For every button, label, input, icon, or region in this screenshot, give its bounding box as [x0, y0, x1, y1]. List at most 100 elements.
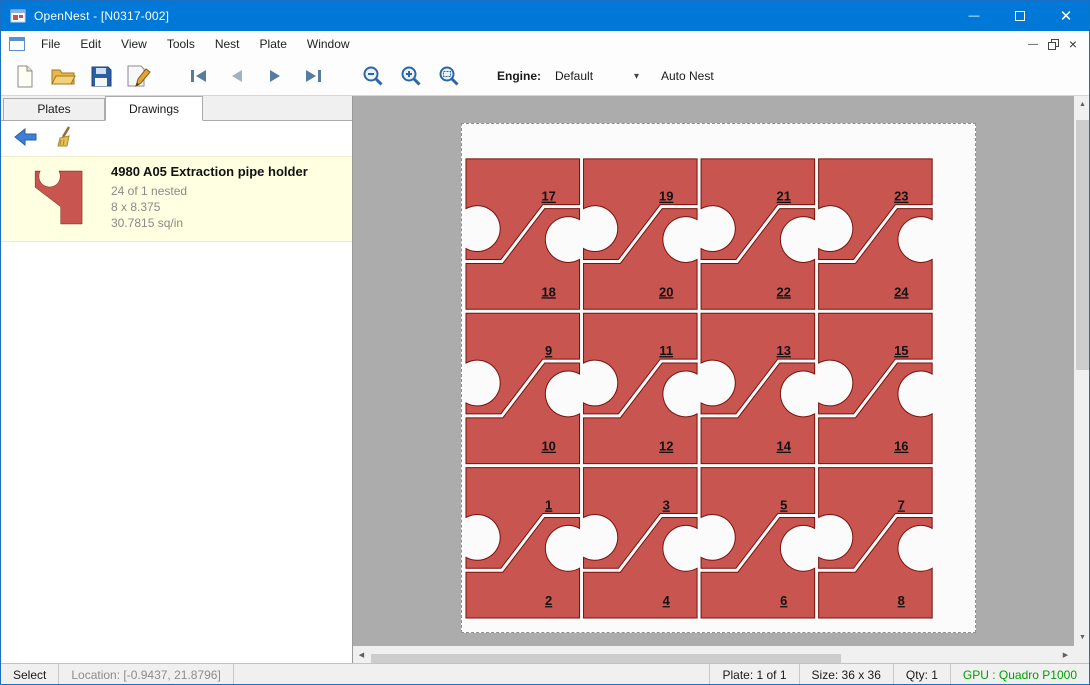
tab-drawings-label: Drawings — [129, 102, 179, 116]
maximize-button[interactable] — [997, 1, 1043, 31]
child-minimize-button[interactable]: — — [1023, 33, 1043, 55]
menu-file[interactable]: File — [31, 31, 70, 57]
scroll-down-icon[interactable]: ▼ — [1074, 629, 1090, 646]
nest-pair[interactable]: 13 14 — [701, 313, 815, 463]
zoom-fit-icon — [438, 65, 460, 87]
part-number: 3 — [663, 497, 670, 512]
nest-pair[interactable]: 1718 — [466, 159, 580, 309]
new-document-icon — [15, 65, 35, 88]
main-toolbar: Engine: Default ▾ Auto Nest — [1, 57, 1089, 96]
part-number: 19 — [659, 189, 673, 204]
scrollbar-corner — [1074, 646, 1090, 663]
window-title: OpenNest - [N0317-002] — [34, 9, 169, 23]
status-bar: Select Location: [-0.9437, 21.8796] Plat… — [1, 663, 1089, 685]
scroll-up-icon[interactable]: ▲ — [1074, 96, 1090, 113]
nest-canvas[interactable]: 171819202122232491011121314151612345678 — [353, 96, 1074, 646]
vertical-scroll-thumb[interactable] — [1076, 120, 1089, 370]
clean-button[interactable] — [49, 123, 83, 151]
drawing-area: 30.7815 sq/in — [111, 215, 308, 231]
zoom-out-button[interactable] — [357, 60, 389, 92]
next-plate-button[interactable] — [259, 60, 291, 92]
save-button[interactable] — [85, 60, 117, 92]
part-number: 13 — [777, 343, 791, 358]
nest-pair[interactable]: 12 — [466, 468, 580, 618]
nest-pair[interactable]: 2122 — [701, 159, 815, 309]
child-restore-button[interactable] — [1043, 33, 1063, 55]
close-button[interactable]: ✕ — [1043, 1, 1089, 31]
nest-svg: 171819202122232491011121314151612345678 — [462, 124, 975, 632]
menu-plate[interactable]: Plate — [250, 31, 297, 57]
scroll-right-icon[interactable]: ▶ — [1057, 646, 1074, 663]
zoom-in-icon — [400, 65, 422, 87]
horizontal-scrollbar[interactable]: ◀ ▶ — [353, 646, 1074, 663]
restore-icon — [1048, 39, 1059, 50]
part-number: 9 — [545, 343, 552, 358]
status-gpu: GPU : Quadro P1000 — [950, 664, 1089, 685]
status-plate: Plate: 1 of 1 — [709, 664, 798, 685]
drawing-nested-count: 24 of 1 nested — [111, 183, 308, 199]
nest-pair[interactable]: 78 — [819, 468, 933, 618]
part-number: 17 — [541, 189, 555, 204]
part-number: 16 — [894, 439, 908, 454]
part-number: 15 — [894, 343, 908, 358]
arrow-left-icon — [14, 128, 38, 146]
engine-select[interactable]: Default ▾ — [549, 64, 645, 88]
plate[interactable]: 171819202122232491011121314151612345678 — [461, 123, 976, 633]
scroll-left-icon[interactable]: ◀ — [353, 646, 370, 663]
last-plate-button[interactable] — [297, 60, 329, 92]
nest-pair[interactable]: 9 10 — [466, 313, 580, 463]
zoom-fit-button[interactable] — [433, 60, 465, 92]
menu-tools[interactable]: Tools — [157, 31, 205, 57]
drawing-list-item[interactable]: 4980 A05 Extraction pipe holder 24 of 1 … — [1, 156, 352, 242]
auto-nest-button[interactable]: Auto Nest — [661, 69, 714, 83]
send-back-button[interactable] — [9, 123, 43, 151]
open-button[interactable] — [47, 60, 79, 92]
menu-edit[interactable]: Edit — [70, 31, 111, 57]
part-number: 11 — [659, 343, 673, 358]
zoom-out-icon — [362, 65, 384, 87]
minimize-icon: — — [1028, 39, 1038, 50]
menu-nest[interactable]: Nest — [205, 31, 250, 57]
previous-plate-button[interactable] — [221, 60, 253, 92]
part-number: 18 — [541, 284, 555, 299]
first-plate-button[interactable] — [183, 60, 215, 92]
part-number: 24 — [894, 284, 909, 299]
part-number: 2 — [545, 593, 552, 608]
chevron-down-icon: ▾ — [634, 71, 639, 82]
status-qty: Qty: 1 — [893, 664, 950, 685]
save-edit-button[interactable] — [123, 60, 155, 92]
status-location: Location: [-0.9437, 21.8796] — [59, 664, 233, 685]
go-last-icon — [301, 68, 325, 84]
nest-pair[interactable]: 56 — [701, 468, 815, 618]
tab-plates[interactable]: Plates — [3, 98, 105, 120]
nest-pair[interactable]: 1920 — [584, 159, 698, 309]
part-number: 5 — [780, 497, 787, 512]
edit-document-icon — [127, 65, 151, 88]
part-number: 23 — [894, 189, 908, 204]
title-bar: OpenNest - [N0317-002] — ✕ — [1, 1, 1089, 31]
part-number: 12 — [659, 439, 673, 454]
menu-bar: FileEditViewToolsNestPlateWindow — × — [1, 31, 1089, 57]
nest-pair[interactable]: 1516 — [819, 313, 933, 463]
menu-view[interactable]: View — [111, 31, 157, 57]
engine-label: Engine: — [497, 69, 541, 83]
app-window: OpenNest - [N0317-002] — ✕ FileEditViewT… — [0, 0, 1090, 685]
save-icon — [91, 66, 112, 87]
minimize-button[interactable]: — — [951, 1, 997, 31]
new-button[interactable] — [9, 60, 41, 92]
nest-pair[interactable]: 11 12 — [584, 313, 698, 463]
zoom-in-button[interactable] — [395, 60, 427, 92]
status-mode: Select — [1, 664, 59, 685]
vertical-scrollbar[interactable]: ▲ ▼ — [1074, 96, 1090, 646]
part-number: 10 — [541, 439, 555, 454]
tab-drawings[interactable]: Drawings — [105, 96, 203, 121]
sidebar: Plates Drawings — [1, 96, 353, 663]
close-icon: × — [1069, 36, 1077, 52]
app-icon — [10, 8, 26, 24]
nest-pair[interactable]: 34 — [584, 468, 698, 618]
nest-pair[interactable]: 23 24 — [819, 159, 933, 309]
child-close-button[interactable]: × — [1063, 33, 1083, 55]
part-number: 14 — [777, 439, 792, 454]
part-number: 21 — [777, 189, 791, 204]
menu-window[interactable]: Window — [297, 31, 360, 57]
